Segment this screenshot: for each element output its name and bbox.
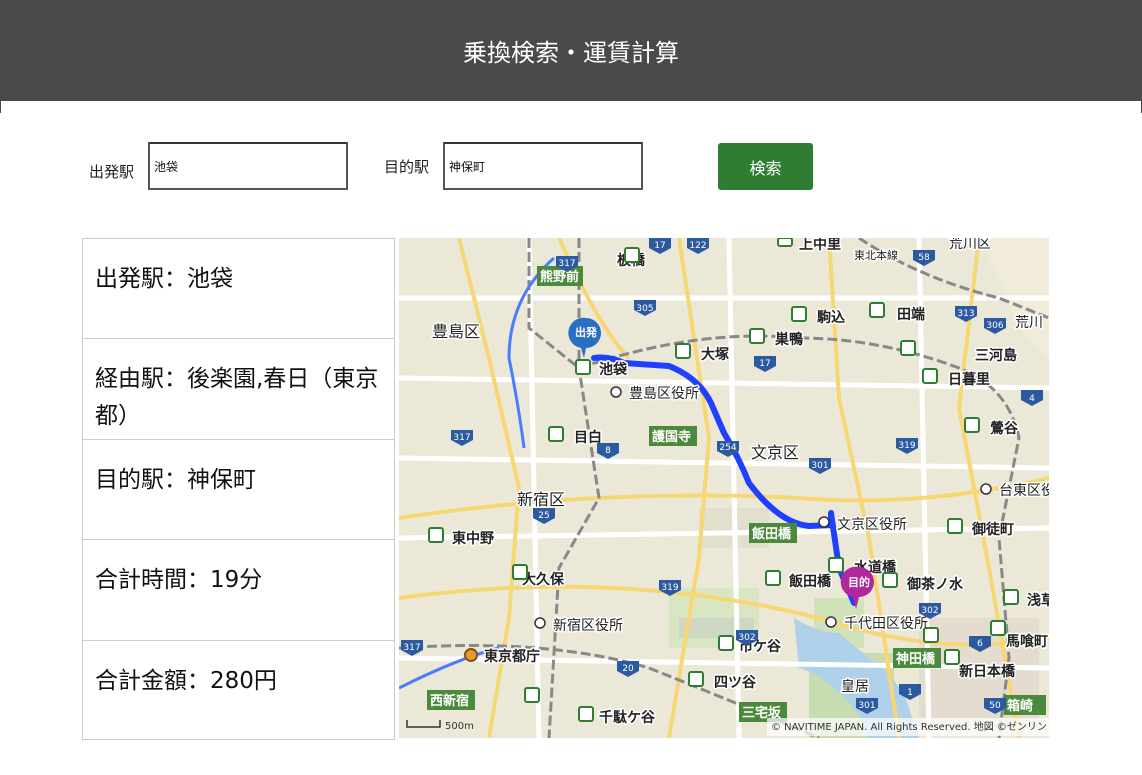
label-nishishinjuku: 西新宿 [430,693,469,709]
label-gokokuji: 護国寺 [652,429,691,445]
label-bakurocho: 馬喰町 [1006,633,1048,650]
label-otsuka: 大塚 [701,346,729,363]
from-station-input[interactable] [148,142,348,190]
page-header: 乗換検索・運賃計算 [0,0,1142,101]
search-button[interactable]: 検索 [718,143,813,190]
label-shinnihonbashi: 新日本橋 [959,663,1016,680]
label-higashinakano: 東中野 [452,530,494,547]
svg-text:6: 6 [977,639,983,649]
label-arakawaku: 荒川区 [949,238,991,252]
label-tabata: 田端 [897,306,925,323]
to-label: 目的駅 [384,158,430,176]
destination-pin-label: 目的 [848,575,870,589]
label-kanda: 神田橋 [896,651,936,667]
label-iidabashi-green: 飯田橋 [751,526,792,542]
result-departure: 出発駅：池袋 [83,239,394,340]
svg-text:301: 301 [811,461,828,471]
label-ikebukuro: 池袋 [599,361,628,378]
map-canvas[interactable]: 熊野前 板橋 上中里 東北本線 荒川区 豊島区 池袋 大塚 巣鴨 駒込 田端 荒… [399,238,1049,738]
label-kokyo: 皇居 [841,679,869,695]
label-iidabashi: 飯田橋 [788,573,832,590]
svg-text:317: 317 [558,259,575,269]
svg-text:122: 122 [689,241,706,251]
page-title: 乗換検索・運賃計算 [463,39,679,67]
label-toshima-office: 豊島区役所 [629,386,699,402]
svg-text:306: 306 [986,321,1003,331]
label-bunkyoku: 文京区 [751,443,799,462]
label-mikawashima: 三河島 [975,347,1017,364]
label-arakawa: 荒川 [1015,315,1043,331]
svg-text:317: 317 [453,433,470,443]
to-station-input[interactable] [443,142,643,190]
svg-text:4: 4 [1029,394,1035,404]
start-pin-label: 出発 [575,325,598,339]
svg-text:20: 20 [622,664,634,674]
label-uguisudani: 鶯谷 [990,420,1019,437]
label-taito-office: 台東区役 [999,483,1049,499]
label-yotsuya: 四ツ谷 [714,675,757,691]
svg-text:319: 319 [661,583,678,593]
label-tocho: 東京都庁 [484,648,540,665]
svg-text:302: 302 [921,606,938,616]
route-map[interactable]: 熊野前 板橋 上中里 東北本線 荒川区 豊島区 池袋 大塚 巣鴨 駒込 田端 荒… [399,238,1049,738]
svg-text:8: 8 [605,446,611,456]
svg-text:25: 25 [538,511,549,521]
label-komagome: 駒込 [817,309,845,326]
label-shinjukuku: 新宿区 [517,490,565,509]
label-higashikita: 東北本線 [854,248,898,262]
label-hakozaki: 箱崎 [1007,698,1033,714]
label-kamonakazato: 上中里 [799,238,841,253]
route-result-panel: 出発駅：池袋 経由駅：後楽園,春日（東京都） 目的駅：神保町 合計時間：19分 … [82,238,395,740]
header-edge-left [0,101,1,113]
label-kumano: 熊野前 [540,269,579,285]
from-label: 出発駅 [89,163,135,181]
svg-text:319: 319 [898,441,915,451]
svg-text:313: 313 [957,309,974,319]
label-chiyoda-office: 千代田区役所 [844,616,928,632]
label-okubo: 大久保 [522,571,565,588]
result-destination: 目的駅：神保町 [83,440,394,541]
label-sendagaya: 千駄ケ谷 [599,709,656,726]
svg-text:17: 17 [759,359,770,369]
label-toshimaku: 豊島区 [432,322,480,341]
svg-text:1: 1 [907,688,913,698]
result-total-time: 合計時間：19分 [83,540,394,641]
scale-label: 500m [445,721,474,732]
map-copyright: © NAVITIME JAPAN. All Rights Reserved. 地… [771,720,1047,733]
label-nippori: 日暮里 [948,371,990,388]
svg-text:317: 317 [403,643,420,653]
svg-text:305: 305 [636,304,653,314]
result-total-fare: 合計金額：280円 [95,667,277,694]
svg-text:302: 302 [738,633,755,643]
svg-text:301: 301 [858,701,875,711]
svg-text:254: 254 [719,443,736,453]
svg-text:58: 58 [918,253,930,263]
svg-text:50: 50 [989,701,1001,711]
label-shinjuku-office: 新宿区役所 [553,617,623,634]
label-asakusa: 浅草 [1027,592,1049,609]
label-sugamo: 巣鴨 [774,331,803,348]
label-okachimachi: 御徒町 [971,521,1014,538]
label-ochanomizu: 御茶ノ水 [906,576,964,593]
svg-text:17: 17 [654,241,665,251]
label-bunkyo-office: 文京区役所 [837,517,907,533]
result-via: 経由駅：後楽園,春日（東京都） [83,339,394,440]
